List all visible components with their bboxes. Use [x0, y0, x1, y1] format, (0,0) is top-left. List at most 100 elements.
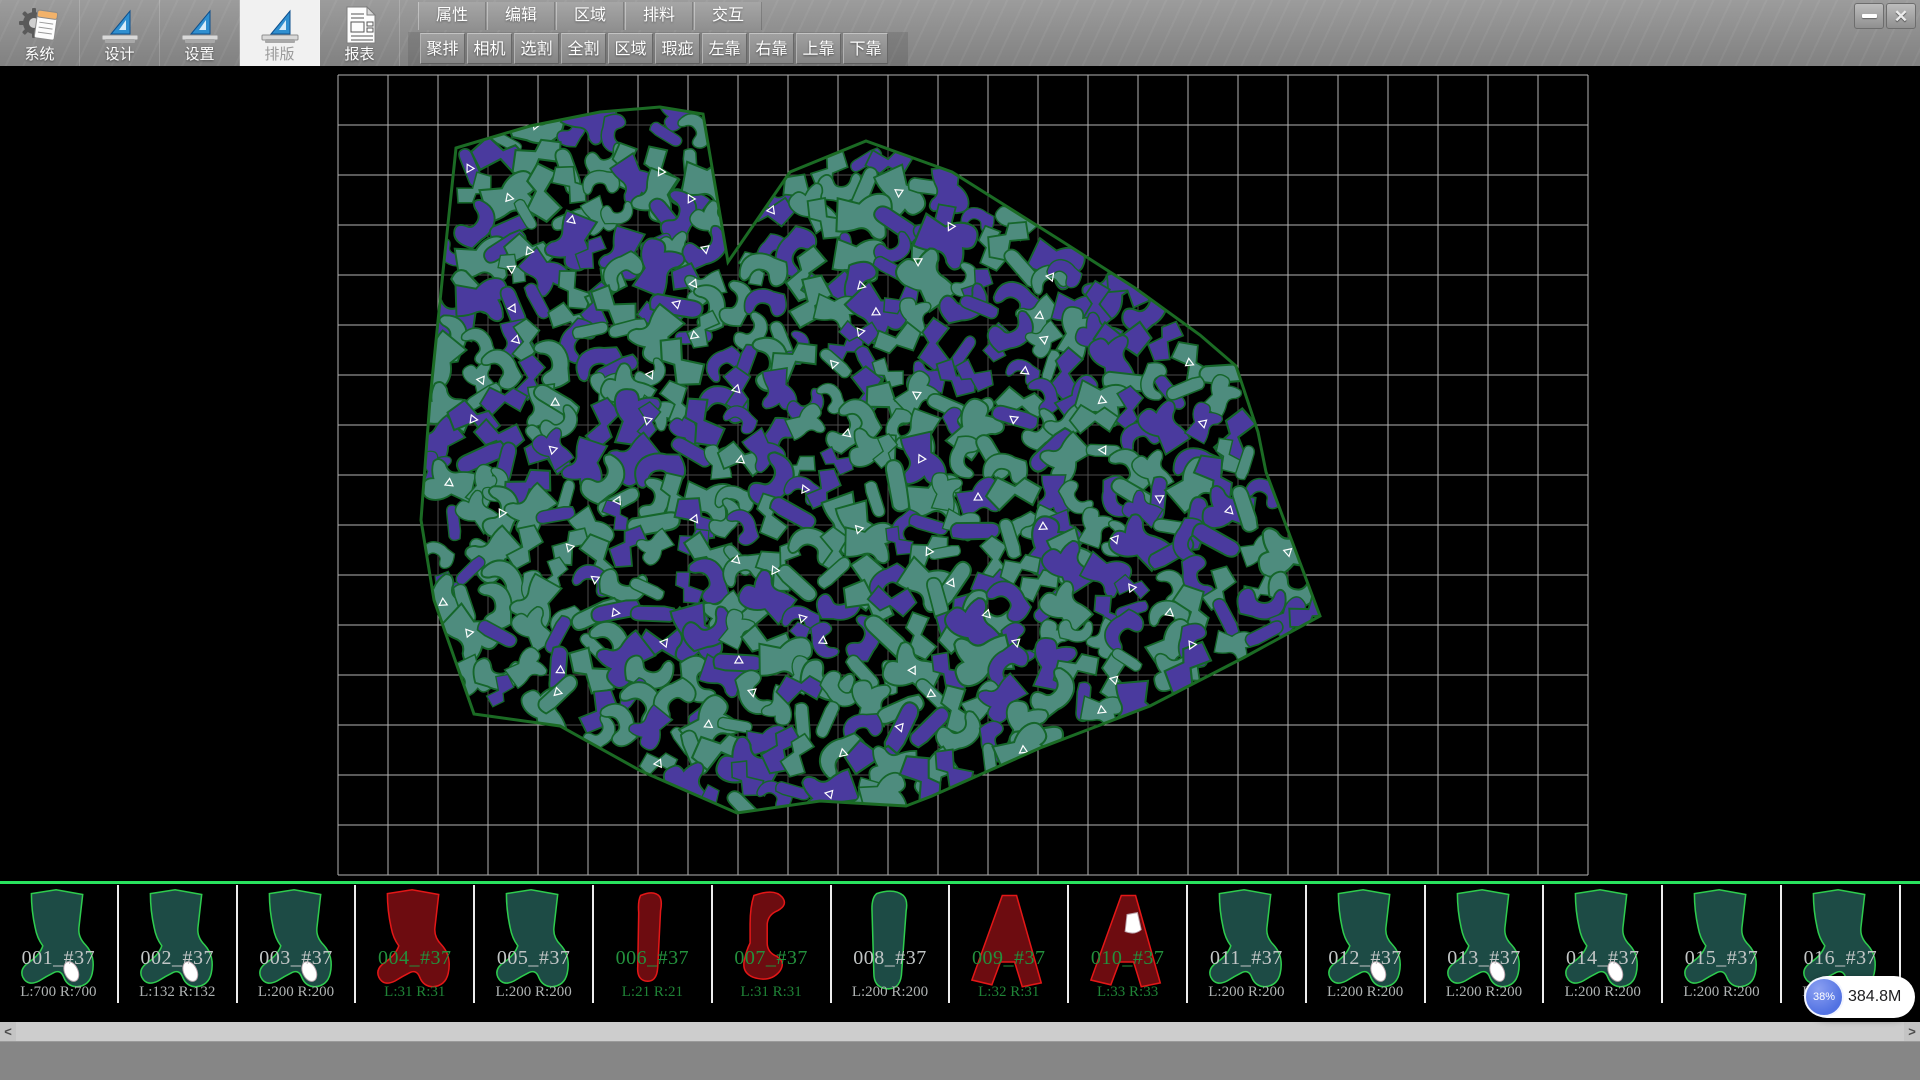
- piece-id-label: 008_#37: [832, 947, 949, 970]
- nav-button-design-setsquare[interactable]: 设计: [80, 0, 160, 66]
- close-button[interactable]: ✕: [1886, 3, 1916, 29]
- nav-label: 系统: [24, 46, 54, 63]
- tool-button[interactable]: 下靠: [843, 33, 888, 64]
- piece-thumbnail[interactable]: 008_#37 L:200 R:200: [832, 885, 951, 1003]
- nav-label: 设计: [104, 46, 134, 63]
- piece-thumbnail[interactable]: 006_#37 L:21 R:21: [594, 885, 713, 1003]
- piece-shape: [721, 886, 821, 1000]
- piece-thumbnail[interactable]: 001_#37 L:700 R:700: [0, 885, 119, 1003]
- menu-tab[interactable]: 编辑: [487, 2, 555, 30]
- piece-shape: [1196, 886, 1296, 1000]
- piece-lr-count: L:33 R:33: [1069, 984, 1186, 1001]
- nesting-canvas[interactable]: [0, 66, 1920, 881]
- piece-thumbnail[interactable]: 010_#37 L:33 R:33: [1069, 885, 1188, 1003]
- nav-button-settings-setsquare[interactable]: 设置: [160, 0, 240, 66]
- piece-shape: [1434, 886, 1534, 1000]
- piece-lr-count: L:200 R:200: [1426, 984, 1543, 1001]
- piece-thumbnail[interactable]: 011_#37 L:200 R:200: [1188, 885, 1307, 1003]
- piece-lr-count: L:31 R:31: [713, 984, 830, 1001]
- piece-lr-count: L:200 R:200: [238, 984, 355, 1001]
- piece-thumbnail[interactable]: 004_#37 L:31 R:31: [356, 885, 475, 1003]
- toolbar: 聚排 相机 选割 全割 区域 瑕疵 左靠 右靠 上靠 下靠: [420, 33, 890, 64]
- nav-icon: [339, 5, 381, 45]
- piece-thumbnail[interactable]: 012_#37 L:200 R:200: [1307, 885, 1426, 1003]
- nav-button-report-document[interactable]: 报表: [320, 0, 400, 66]
- piece-id-label: 006_#37: [594, 947, 711, 970]
- piece-id-label: 014_#37: [1544, 947, 1661, 970]
- horizontal-scrollbar[interactable]: < >: [0, 1022, 1920, 1041]
- piece-shape: [246, 886, 346, 1000]
- piece-lr-count: L:200 R:200: [1307, 984, 1424, 1001]
- minimize-icon: [1862, 14, 1877, 18]
- piece-id-label: 001_#37: [0, 947, 117, 970]
- tool-button[interactable]: 上靠: [796, 33, 841, 64]
- nav-label: 设置: [184, 46, 214, 63]
- piece-shape: [840, 886, 940, 1000]
- piece-shape: [602, 886, 702, 1000]
- piece-shape: [1077, 886, 1177, 1000]
- tool-button[interactable]: 右靠: [749, 33, 794, 64]
- piece-shape: [1909, 886, 1920, 1000]
- tool-button[interactable]: 聚排: [420, 33, 465, 64]
- piece-id-label: 011_#37: [1188, 947, 1305, 970]
- piece-thumbnail[interactable]: 005_#37 L:200 R:200: [475, 885, 594, 1003]
- menu-tab[interactable]: 排料: [625, 2, 693, 30]
- tool-button[interactable]: 相机: [467, 33, 512, 64]
- tool-button[interactable]: 瑕疵: [655, 33, 700, 64]
- piece-shape: [958, 886, 1058, 1000]
- piece-id-label: 009_#37: [950, 947, 1067, 970]
- piece-shape: [1552, 886, 1652, 1000]
- piece-id-label: 007_#37: [713, 947, 830, 970]
- main-nav: 系统 设计 设置 排版 报表: [0, 0, 400, 66]
- piece-lr-count: L:200 R:200: [1544, 984, 1661, 1001]
- piece-thumbnail-bar: 001_#37 L:700 R:700 002_#37 L:132 R:132 …: [0, 881, 1920, 1022]
- piece-thumbnail[interactable]: 014_#37 L:200 R:200: [1544, 885, 1663, 1003]
- close-icon: ✕: [1894, 8, 1908, 25]
- piece-id-label: 012_#37: [1307, 947, 1424, 970]
- piece-shape: [127, 886, 227, 1000]
- piece-thumbnail[interactable]: 009_#37 L:32 R:31: [950, 885, 1069, 1003]
- tool-button[interactable]: 区域: [608, 33, 653, 64]
- piece-thumbnail[interactable]: 003_#37 L:200 R:200: [238, 885, 357, 1003]
- minimize-button[interactable]: [1854, 3, 1884, 29]
- piece-lr-count: L:200 R:200: [475, 984, 592, 1001]
- menu-tab[interactable]: 区域: [556, 2, 624, 30]
- menu-tab[interactable]: 交互: [694, 2, 762, 30]
- menu-tab[interactable]: 属性: [418, 2, 486, 30]
- piece-thumbnail[interactable]: 013_#37 L:200 R:200: [1426, 885, 1545, 1003]
- piece-id-label: 013_#37: [1426, 947, 1543, 970]
- scroll-right-arrow[interactable]: >: [1904, 1022, 1920, 1041]
- memory-value: 384.8M: [1848, 988, 1901, 1006]
- piece-thumbnail[interactable]: 007_#37 L:31 R:31: [713, 885, 832, 1003]
- piece-lr-count: L:132 R:132: [119, 984, 236, 1001]
- status-bar: [0, 1041, 1920, 1080]
- tool-button[interactable]: 全割: [561, 33, 606, 64]
- piece-shape: [364, 886, 464, 1000]
- window-controls: ✕: [1854, 3, 1916, 29]
- tool-button[interactable]: 左靠: [702, 33, 747, 64]
- canvas-area: [0, 66, 1920, 881]
- nav-button-layout-setsquare[interactable]: 排版: [240, 0, 320, 66]
- piece-shape: [8, 886, 108, 1000]
- thumbnail-row: 001_#37 L:700 R:700 002_#37 L:132 R:132 …: [0, 885, 1920, 1003]
- nav-label: 报表: [344, 46, 374, 63]
- piece-id-label: 002_#37: [119, 947, 236, 970]
- nav-button-system-gear[interactable]: 系统: [0, 0, 80, 66]
- piece-id-label: 016_#37: [1782, 947, 1899, 970]
- scroll-left-arrow[interactable]: <: [0, 1022, 16, 1041]
- piece-lr-count: L:21 R:21: [594, 984, 711, 1001]
- progress-percent-badge: 38%: [1804, 977, 1844, 1017]
- titlebar: 系统 设计 设置 排版 报表 属性: [0, 0, 1920, 66]
- piece-shape: [1315, 886, 1415, 1000]
- piece-thumbnail[interactable]: 015_#37 L:200 R:200: [1663, 885, 1782, 1003]
- nav-icon: [99, 5, 141, 45]
- piece-shape: [1671, 886, 1771, 1000]
- piece-thumbnail[interactable]: 002_#37 L:132 R:132: [119, 885, 238, 1003]
- memory-badge[interactable]: 38% 384.8M: [1806, 976, 1915, 1018]
- piece-id-label: 003_#37: [238, 947, 355, 970]
- piece-shape: [483, 886, 583, 1000]
- tool-button[interactable]: 选割: [514, 33, 559, 64]
- piece-lr-count: L:32 R:31: [950, 984, 1067, 1001]
- thumbnail-top-divider: [0, 881, 1920, 884]
- piece-lr-count: L:200 R:200: [1663, 984, 1780, 1001]
